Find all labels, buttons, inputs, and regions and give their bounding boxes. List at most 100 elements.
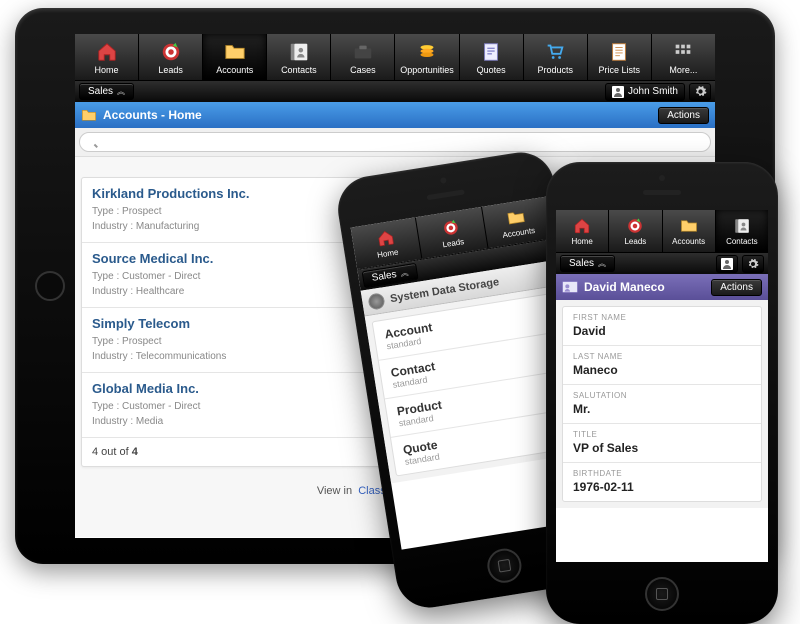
user-chip[interactable]: John Smith [605,83,685,101]
nav-item-accounts[interactable]: Accounts [203,34,267,80]
contacts-icon [732,217,752,235]
phone-camera [440,177,447,184]
phone-speaker [427,189,465,200]
nav-label: Accounts [216,65,253,75]
detail-fields: FIRST NAME DavidLAST NAME ManecoSALUTATI… [562,306,762,502]
nav-item-leads[interactable]: Leads [139,34,203,80]
nav-label: Leads [442,237,465,249]
nav-item-home[interactable]: Home [75,34,139,80]
page-header: Accounts - Home Actions [75,102,715,128]
nav-item-cases[interactable]: Cases [331,34,395,80]
nav-item-products[interactable]: Products [524,34,588,80]
folder-icon [679,217,699,235]
nav-label: Leads [624,237,646,246]
page-header: David Maneco Actions [556,274,768,300]
user-name: John Smith [628,86,678,97]
sub-bar: Sales ︽ John Smith [75,80,715,102]
actions-button[interactable]: Actions [711,279,762,296]
search-input[interactable] [79,132,711,152]
field-value: 1976-02-11 [573,480,751,494]
detail-row: FIRST NAME David [563,307,761,346]
field-value: David [573,324,751,338]
nav-label: Contacts [726,237,758,246]
detail-row: TITLE VP of Sales [563,424,761,463]
home-icon [95,41,119,63]
field-value: Maneco [573,363,751,377]
nav-label: Accounts [672,237,705,246]
user-button[interactable] [716,255,738,273]
page-title: David Maneco [584,280,665,294]
doc-icon [479,41,503,63]
folder-icon [81,107,97,123]
nav-label: Leads [158,65,183,75]
pricelist-icon [607,41,631,63]
contact-card-icon [562,279,578,295]
phone-speaker [643,190,681,195]
nav-item-accounts[interactable]: Accounts [663,210,716,252]
home-button[interactable] [645,577,679,611]
nav-label: Quotes [477,65,506,75]
nav-item-pricelists[interactable]: Price Lists [588,34,652,80]
field-label: TITLE [573,430,751,439]
gear-icon [694,85,707,98]
field-label: BIRTHDATE [573,469,751,478]
actions-button[interactable]: Actions [658,107,709,124]
nav-item-contacts[interactable]: Contacts [716,210,768,252]
phone-device-2: Home Leads Accounts Contacts Sales ︽ [546,162,778,624]
tablet-home-button[interactable] [35,271,65,301]
sales-label: Sales [88,86,113,97]
chevron-up-icon: ︽ [117,86,125,97]
nav-label: Opportunities [400,65,454,75]
folder-icon [505,207,528,228]
sales-selector[interactable]: Sales ︽ [560,255,615,272]
target-icon [440,217,463,238]
grid-icon [671,41,695,63]
field-value: Mr. [573,402,751,416]
nav-label: Contacts [281,65,317,75]
field-label: SALUTATION [573,391,751,400]
nav-bar: Home Leads Accounts Contacts Cases Oppor… [75,34,715,80]
settings-button[interactable] [742,255,764,273]
cases-icon [351,41,375,63]
folder-icon [223,41,247,63]
chevron-up-icon: ︽ [598,258,606,269]
nav-label: Price Lists [599,65,641,75]
search-bar [75,128,715,157]
nav-item-leads[interactable]: Leads [609,210,662,252]
field-value: VP of Sales [573,441,751,455]
field-label: LAST NAME [573,352,751,361]
nav-label: More... [669,65,697,75]
nav-label: Home [377,247,399,259]
detail-row: BIRTHDATE 1976-02-11 [563,463,761,501]
sub-bar: Sales ︽ [556,252,768,274]
nav-label: Home [571,237,592,246]
storage-icon [367,292,385,310]
detail-row: SALUTATION Mr. [563,385,761,424]
sales-selector[interactable]: Sales ︽ [79,83,134,100]
cart-icon [543,41,567,63]
gear-icon [747,258,759,270]
chevron-up-icon: ︽ [400,267,410,279]
home-button[interactable] [485,546,524,585]
field-label: FIRST NAME [573,313,751,322]
phone2-screen: Home Leads Accounts Contacts Sales ︽ [556,210,768,562]
nav-item-more[interactable]: More... [652,34,715,80]
home-icon [572,217,592,235]
home-icon [374,228,397,249]
user-icon [612,86,624,98]
target-icon [159,41,183,63]
settings-button[interactable] [689,83,711,101]
page-title: Accounts - Home [103,108,202,122]
nav-bar: Home Leads Accounts Contacts [556,210,768,252]
nav-item-contacts[interactable]: Contacts [267,34,331,80]
coins-icon [415,41,439,63]
nav-item-home[interactable]: Home [556,210,609,252]
nav-label: Products [537,65,573,75]
detail-row: LAST NAME Maneco [563,346,761,385]
nav-item-opportunities[interactable]: Opportunities [395,34,459,80]
nav-label: Home [95,65,119,75]
phone-camera [659,175,665,181]
target-icon [625,217,645,235]
user-icon [721,258,733,270]
nav-item-quotes[interactable]: Quotes [460,34,524,80]
